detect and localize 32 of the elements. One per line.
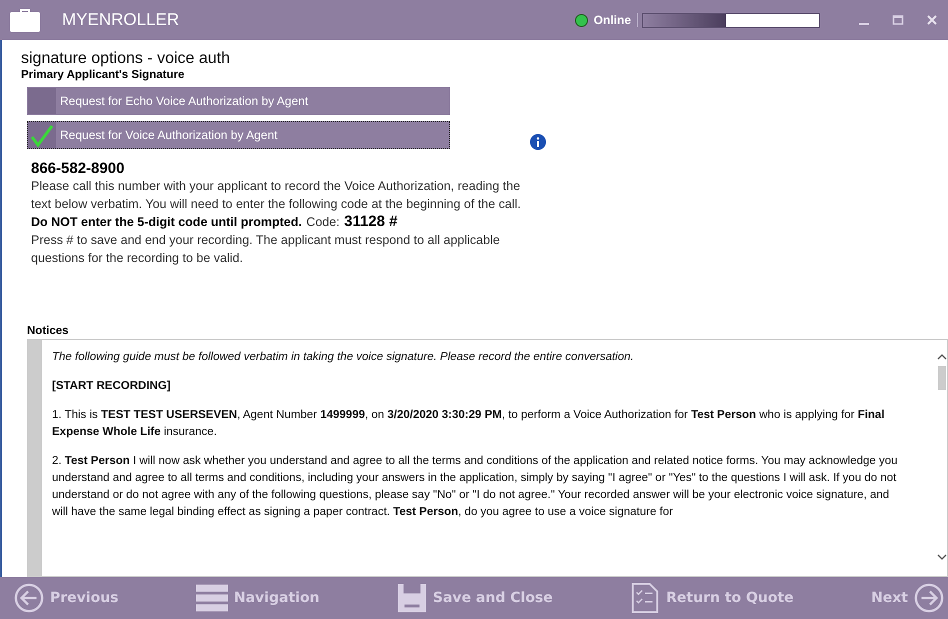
footer-button[interactable]: Return to Quote	[630, 583, 794, 613]
footer-button[interactable]: Next	[871, 583, 944, 613]
phone-number: 866-582-8900	[31, 160, 126, 177]
footer-button[interactable]: Save and Close	[396, 583, 553, 613]
briefcase-icon	[10, 8, 40, 32]
checklist-icon	[630, 583, 660, 613]
scroll-down-icon[interactable]	[937, 554, 947, 560]
section-title: Primary Applicant's Signature	[21, 69, 186, 81]
scroll-thumb[interactable]	[938, 366, 946, 390]
code-value: 31128 #	[344, 213, 398, 230]
close-icon[interactable]	[926, 14, 938, 26]
status-label: Online	[594, 13, 638, 27]
info-icon[interactable]	[530, 134, 546, 150]
option-button[interactable]: Request for Voice Authorization by Agent	[27, 121, 450, 149]
app-title: MYENROLLER	[62, 10, 180, 30]
footer-button[interactable]: Previous	[14, 583, 119, 613]
menu-icon	[196, 583, 228, 613]
footer-button[interactable]: Navigation	[196, 583, 320, 613]
notice-paragraph: 2. Test Person I will now ask whether you understand and agree to all the terms and conditions of the application and related notice forms. You may acknowledge you understand and agree to all terms and conditions, including your answers in the application, simply by saying "I agree" or "Yes" to the questions I will ask. If you do not understand or do not agree with any of the following questions, please say "No" or "I do not agree." Your recorded answer will be your electronic voice signature, and will have the same legal binding effect as signing a paper contract. Test Person, do you agree to use a voice signature for	[52, 454, 899, 520]
notice-paragraph: The following guide must be followed verbatim in taking the voice signature. Please record the entire conversation.	[52, 350, 635, 365]
instruction-text: Please call this number with your applicant to record the Voice Authorization, reading the text below verbatim. You will need to enter the following code at the beginning of the call.	[31, 178, 522, 213]
notice-paragraph: [START RECORDING]	[52, 379, 172, 394]
check-icon	[30, 124, 54, 148]
recording-note: Press # to save and end your recording. The applicant must respond to all applicable questions for the recording to be valid.	[31, 232, 501, 267]
notice-paragraph: 1. This is TEST TEST USERSEVEN, Agent Number 1499999, on 3/20/2020 3:30:29 PM, to perform a Voice Authorization for Test Person who is applying for Final Expense Whole Life insurance.	[52, 408, 886, 440]
option-button[interactable]: Request for Echo Voice Authorization by Agent	[27, 87, 450, 115]
page-title: signature options - voice auth	[21, 50, 232, 68]
maximize-icon[interactable]	[892, 14, 904, 26]
scroll-up-icon[interactable]	[937, 354, 947, 360]
code-label: Code:	[306, 215, 340, 229]
notices-label: Notices	[27, 325, 70, 337]
warning-text: Do NOT enter the 5-digit code until prompted.	[31, 215, 302, 229]
